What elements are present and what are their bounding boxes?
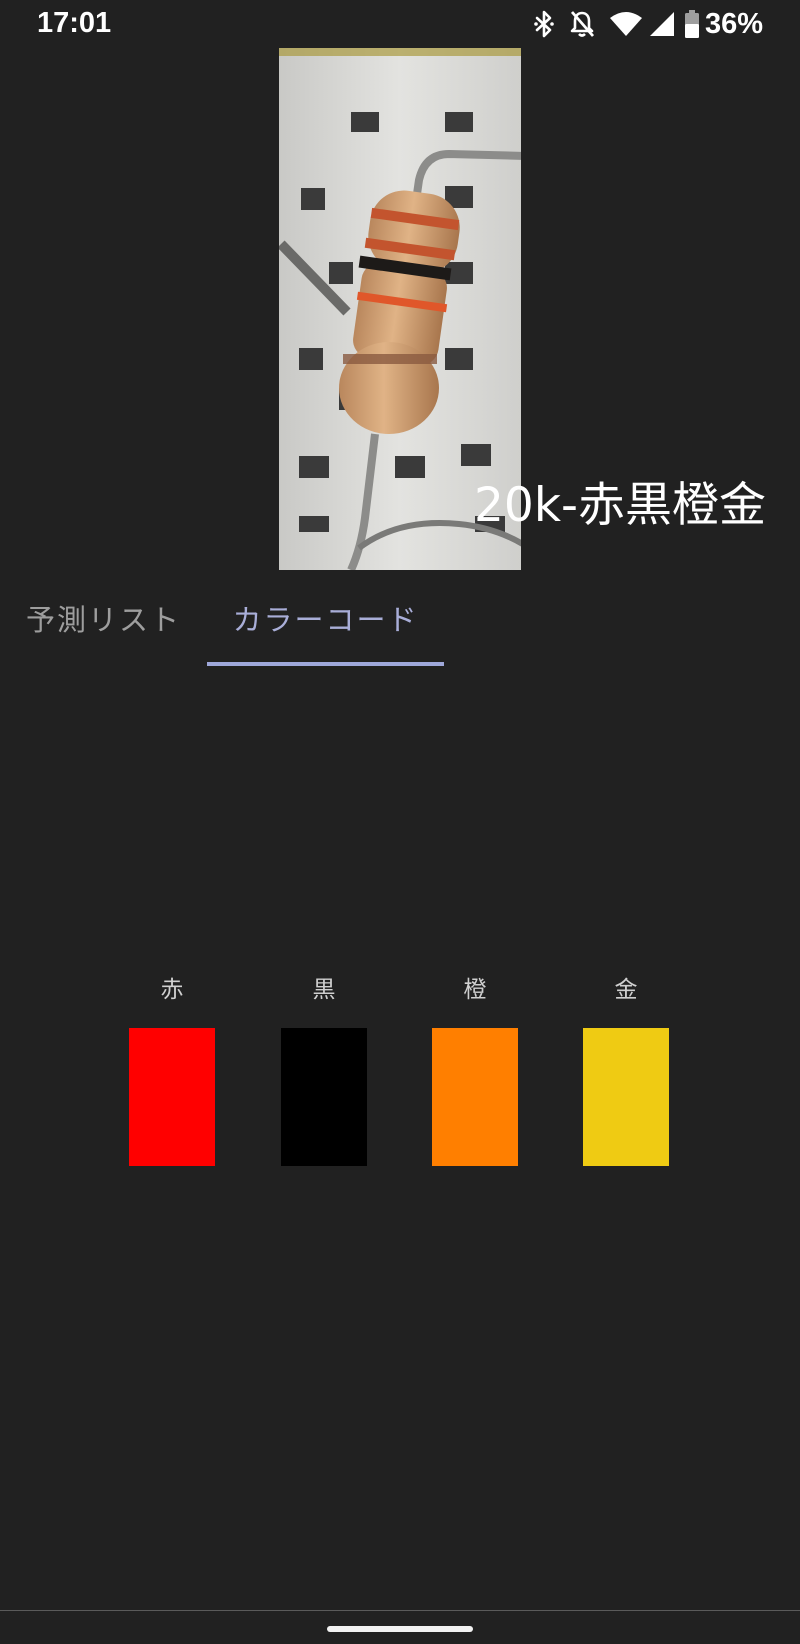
status-bar: 17:01 36% [0, 0, 800, 46]
band-label: 金 [614, 977, 638, 1003]
battery-icon [684, 10, 699, 38]
band-2: 黒 [281, 975, 367, 1166]
cellular-signal-icon [649, 11, 675, 37]
band-3: 橙 [432, 975, 518, 1166]
band-swatch [432, 1028, 518, 1166]
band-swatch [129, 1028, 215, 1166]
band-label: 赤 [160, 977, 184, 1003]
band-label: 橙 [463, 977, 487, 1003]
band-swatch [583, 1028, 669, 1166]
tab-selected-indicator [207, 662, 444, 666]
band-4: 金 [583, 975, 669, 1166]
band-swatch [281, 1028, 367, 1166]
nav-bar-divider [0, 1610, 800, 1611]
tab-bar: 予測リスト カラーコード [0, 580, 800, 666]
tab-color-code[interactable]: カラーコード [207, 580, 444, 666]
battery-percent: 36% [704, 8, 763, 40]
bluetooth-icon [533, 10, 555, 38]
status-icons: 36% [533, 6, 763, 42]
status-time: 17:01 [37, 7, 112, 39]
home-gesture-handle[interactable] [327, 1626, 473, 1632]
band-1: 赤 [129, 975, 215, 1166]
tab-prediction-list[interactable]: 予測リスト [0, 580, 207, 666]
wifi-icon [609, 11, 643, 37]
notifications-off-icon [569, 10, 595, 38]
band-label: 黒 [312, 977, 336, 1003]
prediction-label: 20k-赤黒橙金 [474, 478, 766, 533]
